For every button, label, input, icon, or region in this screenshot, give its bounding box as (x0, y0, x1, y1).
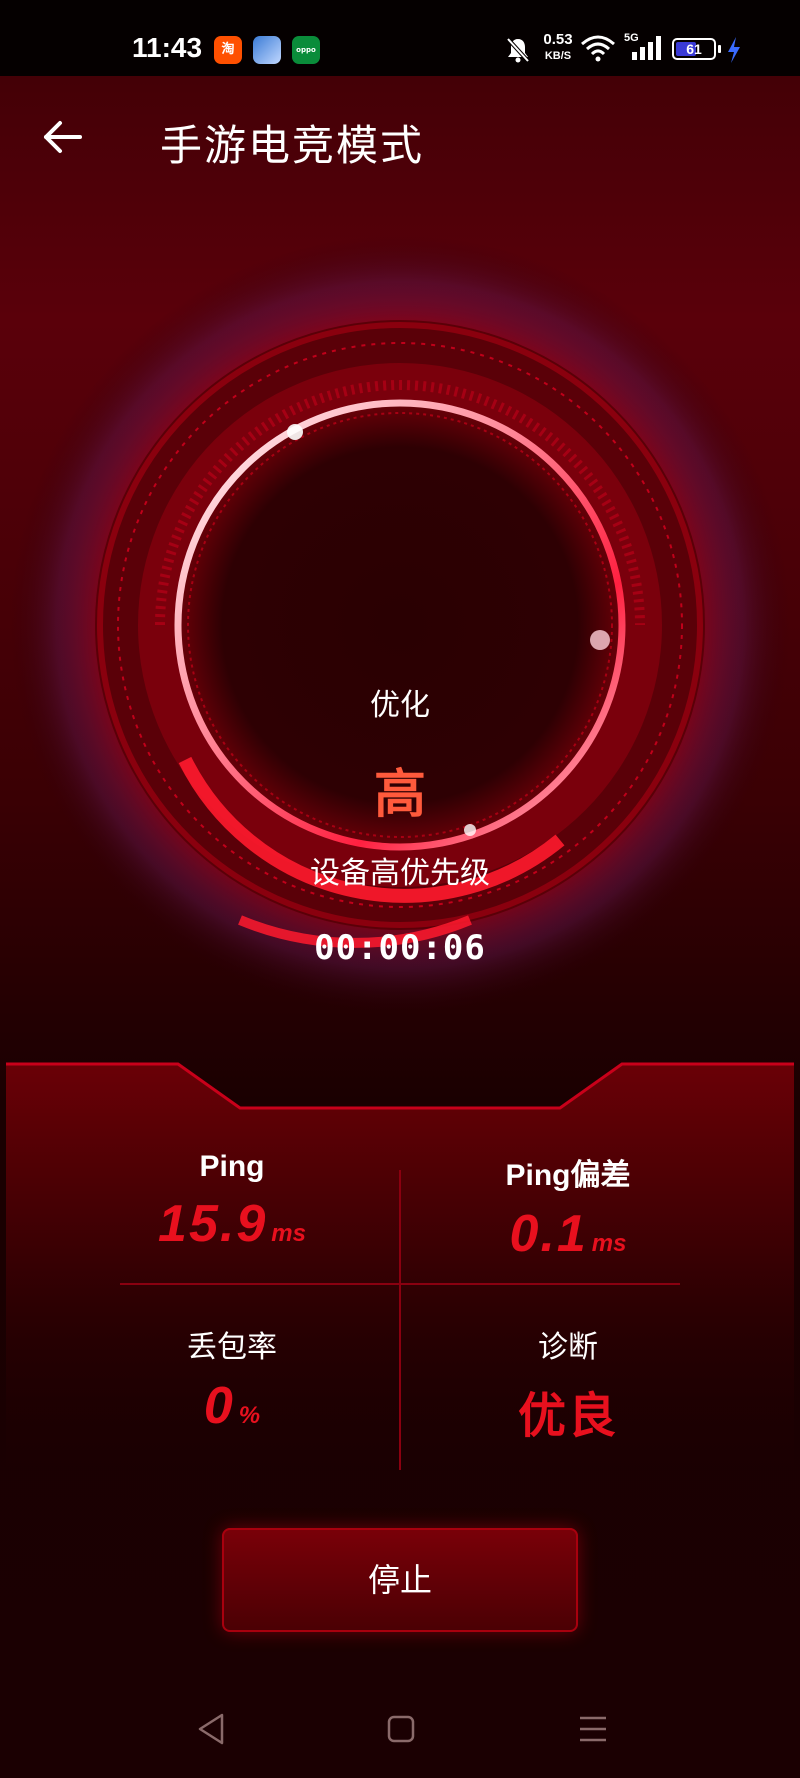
page-title: 手游电竞模式 (160, 121, 425, 170)
ping-deviation-value: 0.1 (509, 1205, 588, 1263)
ping-value: 15.9 (158, 1195, 268, 1253)
diagnosis-value: 优良 (517, 1388, 618, 1444)
packet-loss-unit: % (238, 1402, 261, 1429)
nav-back-icon[interactable] (196, 1712, 226, 1746)
game-app-icon (253, 36, 281, 64)
charging-bolt-icon (728, 37, 740, 63)
battery-indicator: 61 (672, 38, 716, 60)
bell-muted-icon (506, 37, 530, 63)
battery-level: 61 (686, 41, 702, 57)
gauge-label: 优化 (370, 688, 430, 723)
optimization-level: 高 (373, 765, 426, 825)
gauge-rings (10, 235, 790, 1015)
battery-tip (718, 45, 721, 53)
packet-loss-value: 0 (203, 1377, 235, 1435)
cellular-signal-icon (632, 36, 661, 60)
diagnosis-label: 诊断 (538, 1330, 598, 1365)
oppo-icon: oppo (292, 36, 320, 64)
ping-unit: ms (271, 1220, 306, 1247)
ping-deviation-label: Ping偏差 (505, 1159, 631, 1192)
network-speed-value: 0.53 (543, 31, 573, 48)
status-bar: 11:43 淘 oppo 0.53 KB/S 5G 61 (0, 0, 800, 76)
status-time: 11:43 (132, 32, 203, 63)
stop-button[interactable]: 停止 (222, 1528, 578, 1632)
optimization-gauge: 优化 高 设备高优先级 00:00:06 (0, 200, 800, 1020)
gauge-description: 设备高优先级 (310, 856, 490, 891)
system-nav-bar (0, 1690, 800, 1778)
back-arrow-button[interactable] (38, 112, 88, 162)
game-mode-screen: 11:43 淘 oppo 0.53 KB/S 5G 61 手游电竞模式 优化 高… (0, 0, 800, 1778)
network-speed: 0.53 KB/S (540, 32, 576, 64)
network-stats-panel: Ping 15.9 ms Ping偏差 0.1 ms 丢包率 0% 诊断 优良 (0, 1060, 800, 1480)
ping-deviation-unit: ms (591, 1230, 627, 1257)
nav-recents-icon[interactable] (578, 1712, 608, 1746)
nav-home-icon[interactable] (386, 1712, 416, 1746)
wifi-icon (581, 35, 615, 62)
stat-diagnosis: 诊断 优良 (368, 1322, 768, 1446)
network-speed-unit: KB/S (544, 50, 572, 62)
elapsed-timer: 00:00:06 (314, 928, 486, 968)
taobao-icon: 淘 (214, 36, 242, 64)
stat-ping-deviation: Ping偏差 0.1 ms (368, 1150, 768, 1264)
